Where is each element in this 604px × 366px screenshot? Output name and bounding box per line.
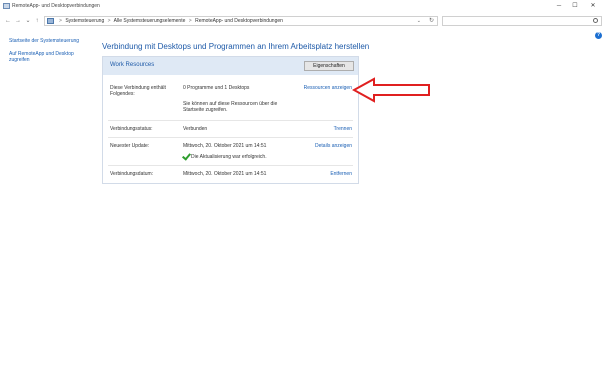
forward-arrow-icon[interactable]: → xyxy=(14,17,22,25)
row-value: 0 Programme und 1 Desktops xyxy=(183,85,250,91)
sidebar-item-control-panel-home[interactable]: Startseite der Systemsteuerung xyxy=(9,38,89,44)
window-title: RemoteApp- und Desktopverbindungen xyxy=(12,3,100,9)
resource-panel: Work Resources Eigenschaften Diese Verbi… xyxy=(102,56,359,184)
control-panel-icon xyxy=(47,18,54,24)
disconnect-link[interactable]: Trennen xyxy=(334,126,352,132)
minimize-button[interactable]: ─ xyxy=(552,2,566,10)
row-label: Neuester Update: xyxy=(110,143,150,149)
close-button[interactable]: ✕ xyxy=(586,2,600,10)
search-icon xyxy=(593,18,598,23)
sidebar-item-access-remoteapp[interactable]: Auf RemoteApp und Desktop zugreifen xyxy=(9,51,89,63)
row-value: Mittwoch, 20. Oktober 2021 um 14:51 xyxy=(183,171,267,177)
breadcrumb-item-remoteapp[interactable]: RemoteApp- und Desktopverbindungen xyxy=(195,18,283,24)
refresh-icon[interactable]: ↻ xyxy=(429,17,434,25)
row-label: Verbindungsstatus: xyxy=(110,126,153,132)
back-arrow-icon[interactable]: ← xyxy=(4,17,12,25)
row-label: Diese Verbindung enthält Folgendes: xyxy=(110,85,166,97)
breadcrumb-item-systemsteuerung[interactable]: Systemsteuerung xyxy=(65,18,104,24)
breadcrumb-separator: > xyxy=(107,18,111,24)
title-bar: RemoteApp- und Desktopverbindungen ─ ☐ ✕ xyxy=(0,0,604,13)
breadcrumb-separator: > xyxy=(188,18,192,24)
properties-button[interactable]: Eigenschaften xyxy=(304,61,354,71)
divider xyxy=(108,165,353,166)
divider xyxy=(108,120,353,121)
row-value: Verbunden xyxy=(183,126,208,132)
row-label: Verbindungsdatum: xyxy=(110,171,154,177)
update-result: Die Aktualisierung war erfolgreich. xyxy=(183,153,267,160)
breadcrumb-separator: > xyxy=(59,18,62,24)
row-value: Die Aktualisierung war erfolgreich. xyxy=(191,154,267,160)
resource-title: Work Resources xyxy=(110,62,155,68)
address-row: ← → ⌄ ↑ > Systemsteuerung > Alle Systems… xyxy=(0,14,604,28)
divider xyxy=(108,137,353,138)
app-icon xyxy=(3,3,10,9)
up-arrow-icon[interactable]: ↑ xyxy=(33,17,41,25)
remove-link[interactable]: Entfernen xyxy=(330,171,352,177)
address-bar[interactable]: > Systemsteuerung > Alle Systemsteuerung… xyxy=(44,16,438,26)
show-details-link[interactable]: Details anzeigen xyxy=(315,143,352,149)
breadcrumb: > Systemsteuerung > Alle Systemsteuerung… xyxy=(57,18,283,25)
annotation-arrow-icon xyxy=(352,77,430,103)
page-title: Verbindung mit Desktops und Programmen a… xyxy=(102,42,370,51)
row-value: Mittwoch, 20. Oktober 2021 um 14:51 xyxy=(183,143,267,149)
address-dropdown-icon[interactable]: ⌄ xyxy=(417,17,421,25)
maximize-button[interactable]: ☐ xyxy=(568,2,582,10)
breadcrumb-item-alle-elemente[interactable]: Alle Systemsteuerungselemente xyxy=(114,18,186,24)
show-resources-link[interactable]: Ressourcen anzeigen xyxy=(304,85,352,91)
row-value: Sie können auf diese Ressourcen über die… xyxy=(183,101,278,113)
help-icon[interactable]: ? xyxy=(595,32,602,39)
check-icon xyxy=(183,153,190,158)
search-input[interactable] xyxy=(442,16,602,26)
recent-locations-button[interactable]: ⌄ xyxy=(24,17,32,25)
resource-panel-header: Work Resources Eigenschaften xyxy=(103,57,358,75)
sidebar: Startseite der Systemsteuerung Auf Remot… xyxy=(9,38,89,70)
